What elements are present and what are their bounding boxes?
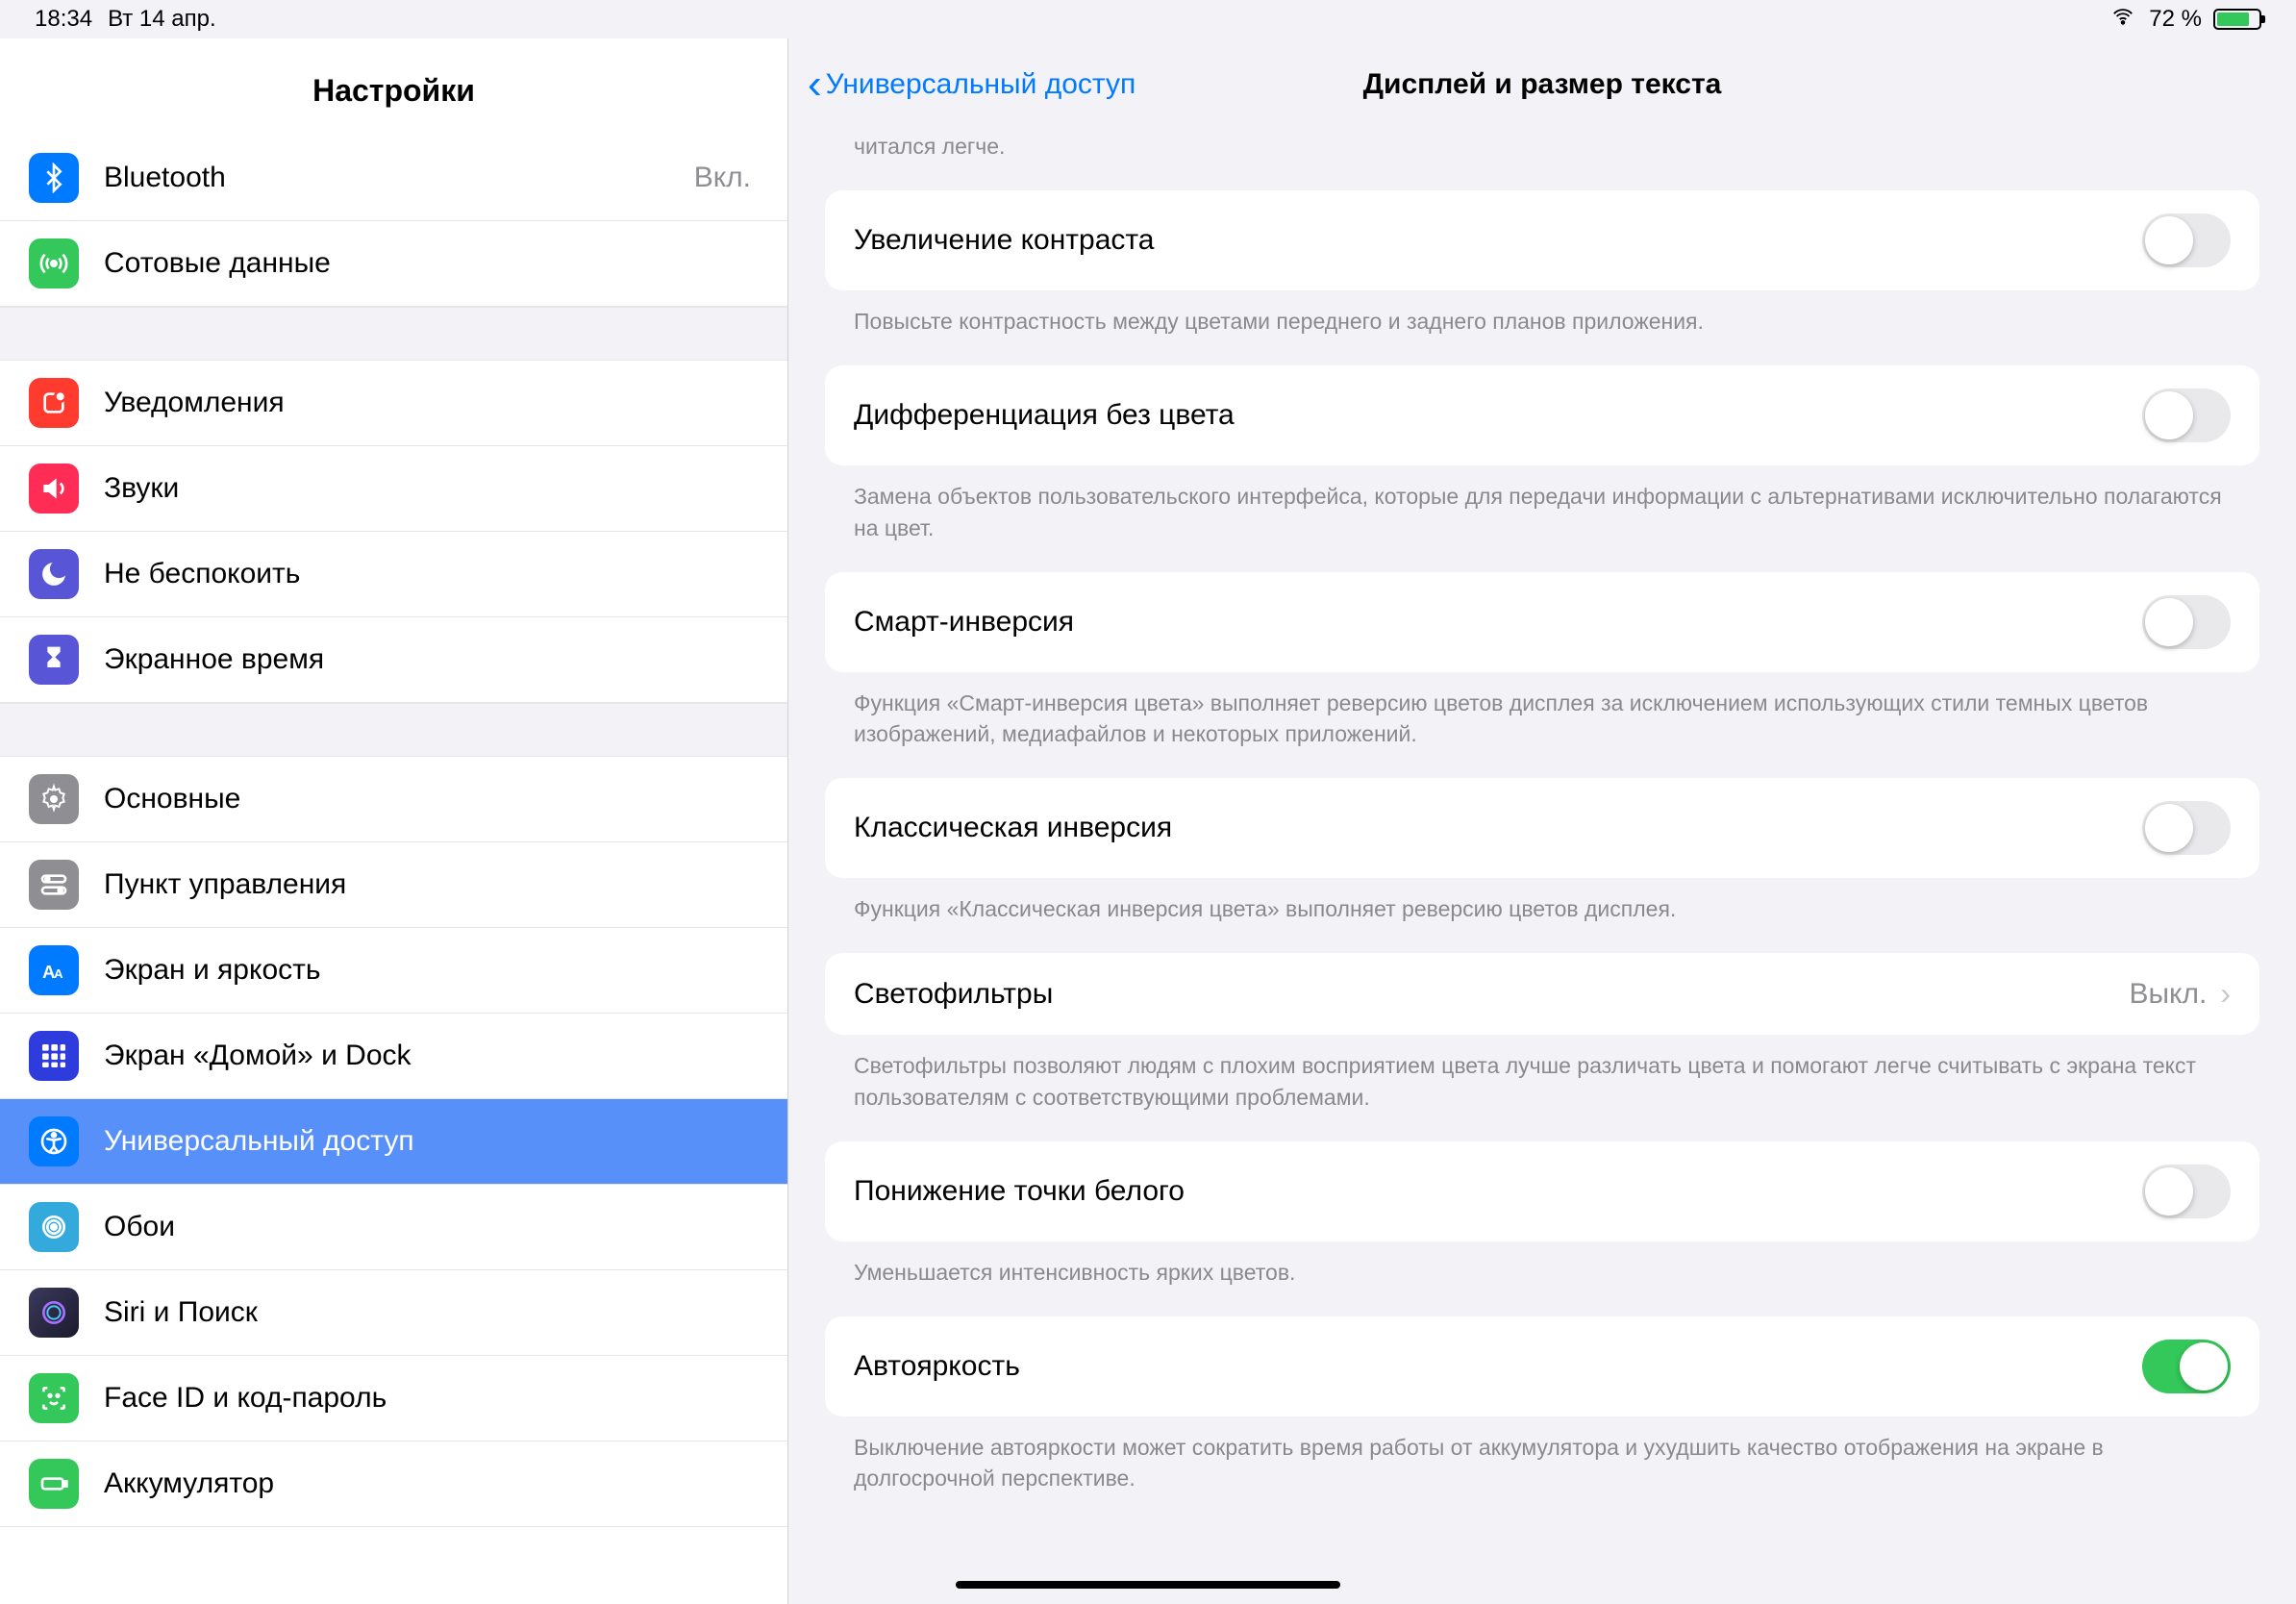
footer-text: Выключение автояркости может сократить в… [825,1416,2259,1522]
toggle-contrast[interactable] [2142,213,2231,267]
item-label: Bluetooth [104,162,694,194]
row-label: Смарт-инверсия [854,606,2142,639]
back-button[interactable]: ‹ Универсальный доступ [808,63,1136,106]
item-label: Не беспокоить [104,558,759,590]
sidebar-item-general[interactable]: Основные [0,757,787,842]
toggle-smart-invert[interactable] [2142,595,2231,649]
sidebar-item-faceid[interactable]: Face ID и код-пароль [0,1356,787,1441]
battery-icon [2213,9,2261,30]
sidebar: Настройки Bluetooth Вкл. Сотовые данные … [0,38,788,1604]
battery-percent: 72 % [2149,6,2202,33]
bluetooth-icon [29,153,79,203]
home-indicator[interactable] [956,1581,1340,1589]
row-white-point[interactable]: Понижение точки белого [825,1141,2259,1241]
sidebar-item-wallpaper[interactable]: Обои [0,1185,787,1270]
footer-text: читался легче. [825,131,2259,190]
siri-icon [29,1288,79,1338]
faceid-icon [29,1373,79,1423]
row-differentiate[interactable]: Дифференциация без цвета [825,365,2259,465]
sounds-icon [29,464,79,514]
row-value: Выкл. [2129,978,2207,1011]
sidebar-item-accessibility[interactable]: Универсальный доступ [0,1099,787,1185]
item-value: Вкл. [694,162,751,194]
sidebar-title: Настройки [0,38,787,136]
sidebar-item-siri[interactable]: Siri и Поиск [0,1270,787,1356]
toggle-differentiate[interactable] [2142,388,2231,442]
row-contrast[interactable]: Увеличение контраста [825,190,2259,290]
footer-text: Уменьшается интенсивность ярких цветов. [825,1241,2259,1316]
detail-title: Дисплей и размер текста [1363,68,1722,101]
row-color-filters[interactable]: Светофильтры Выкл. › [825,953,2259,1035]
status-time: 18:34 [35,6,92,33]
chevron-left-icon: ‹ [808,63,822,106]
sidebar-item-control-center[interactable]: Пункт управления [0,842,787,928]
wifi-icon [2109,6,2137,34]
gear-icon [29,774,79,824]
chevron-right-icon: › [2220,976,2231,1012]
switches-icon [29,860,79,910]
status-bar: 18:34 Вт 14 апр. 72 % [0,0,2296,38]
sidebar-item-battery[interactable]: Аккумулятор [0,1441,787,1527]
item-label: Экран «Домой» и Dock [104,1040,759,1072]
item-label: Основные [104,783,759,815]
footer-text: Повысьте контрастность между цветами пер… [825,290,2259,365]
status-date: Вт 14 апр. [108,6,216,33]
row-label: Автояркость [854,1350,2142,1383]
sidebar-item-cellular[interactable]: Сотовые данные [0,221,787,307]
item-label: Экран и яркость [104,954,759,987]
back-label: Универсальный доступ [826,68,1136,101]
item-label: Сотовые данные [104,247,759,280]
toggle-auto-brightness[interactable] [2142,1340,2231,1393]
row-label: Дифференциация без цвета [854,399,2142,432]
footer-text: Замена объектов пользовательского интерф… [825,465,2259,571]
row-auto-brightness[interactable]: Автояркость [825,1316,2259,1416]
item-label: Обои [104,1211,759,1243]
textsize-icon: AA [29,945,79,995]
footer-text: Функция «Смарт-инверсия цвета» выполняет… [825,672,2259,778]
item-label: Универсальный доступ [104,1125,759,1158]
notifications-icon [29,378,79,428]
hourglass-icon [29,635,79,685]
row-label: Увеличение контраста [854,224,2142,257]
item-label: Экранное время [104,643,759,676]
detail-panel: ‹ Универсальный доступ Дисплей и размер … [788,38,2296,1604]
sidebar-item-screentime[interactable]: Экранное время [0,617,787,703]
battery-icon [29,1459,79,1509]
detail-content[interactable]: читался легче. Увеличение контраста Повы… [788,131,2296,1604]
row-label: Светофильтры [854,978,2129,1011]
footer-text: Светофильтры позволяют людям с плохим во… [825,1035,2259,1140]
sidebar-list[interactable]: Bluetooth Вкл. Сотовые данные Уведомлени… [0,136,787,1604]
item-label: Звуки [104,472,759,505]
item-label: Уведомления [104,387,759,419]
item-label: Siri и Поиск [104,1296,759,1329]
toggle-white-point[interactable] [2142,1165,2231,1218]
footer-text: Функция «Классическая инверсия цвета» вы… [825,878,2259,953]
antenna-icon [29,238,79,288]
sidebar-item-dnd[interactable]: Не беспокоить [0,532,787,617]
sidebar-item-display[interactable]: AA Экран и яркость [0,928,787,1014]
accessibility-icon [29,1116,79,1166]
row-smart-invert[interactable]: Смарт-инверсия [825,572,2259,672]
svg-text:A: A [54,966,63,981]
moon-icon [29,549,79,599]
sidebar-item-notifications[interactable]: Уведомления [0,361,787,446]
sidebar-item-home[interactable]: Экран «Домой» и Dock [0,1014,787,1099]
detail-header: ‹ Универсальный доступ Дисплей и размер … [788,38,2296,131]
row-classic-invert[interactable]: Классическая инверсия [825,778,2259,878]
row-label: Понижение точки белого [854,1175,2142,1208]
grid-icon [29,1031,79,1081]
toggle-classic-invert[interactable] [2142,801,2231,855]
row-label: Классическая инверсия [854,812,2142,844]
wallpaper-icon [29,1202,79,1252]
sidebar-item-sounds[interactable]: Звуки [0,446,787,532]
item-label: Пункт управления [104,868,759,901]
sidebar-item-bluetooth[interactable]: Bluetooth Вкл. [0,136,787,221]
item-label: Face ID и код-пароль [104,1382,759,1415]
item-label: Аккумулятор [104,1467,759,1500]
